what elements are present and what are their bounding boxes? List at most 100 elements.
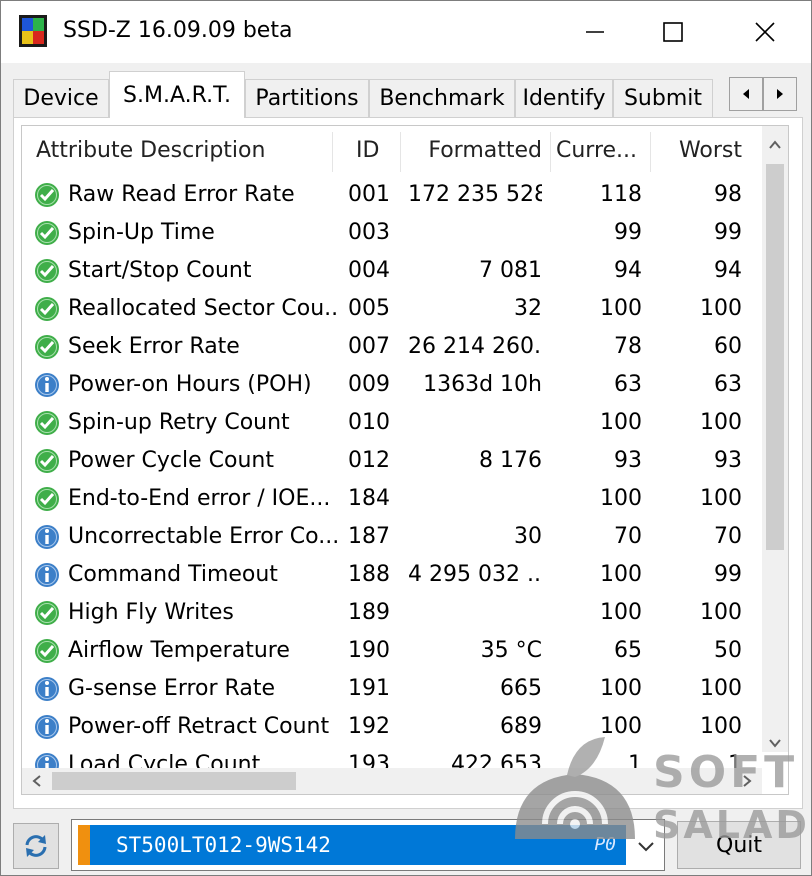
attribute-formatted: 665	[500, 676, 542, 701]
table-row[interactable]: Reallocated Sector Cou... 005 32 100 100	[22, 290, 762, 328]
attribute-worst: 94	[714, 258, 742, 283]
table-row[interactable]: Airflow Temperature 190 35 °C 65 50	[22, 632, 762, 670]
table-row[interactable]: Power-off Retract Count 192 689 100 100	[22, 708, 762, 746]
attribute-formatted: 7 081	[479, 258, 542, 283]
tab-strip: Device S.M.A.R.T. Partitions Benchmark I…	[13, 71, 803, 118]
attribute-description: Power-on Hours (POH)	[68, 372, 312, 397]
attribute-formatted: 35 °C	[480, 638, 542, 663]
smart-attribute-list[interactable]: Attribute Description ID Formatted Curre…	[21, 125, 789, 795]
column-header-worst[interactable]: Worst	[652, 126, 742, 176]
attribute-id: 189	[348, 600, 390, 625]
attribute-current: 93	[614, 448, 642, 473]
attribute-id: 007	[348, 334, 390, 359]
attribute-worst: 50	[714, 638, 742, 663]
table-row[interactable]: Raw Read Error Rate 001 172 235 528 118 98	[22, 176, 762, 214]
attribute-id: 009	[348, 372, 390, 397]
attribute-description: End-to-End error / IOE...	[68, 486, 331, 511]
tab-identify[interactable]: Identify	[515, 79, 613, 117]
maximize-button[interactable]	[639, 9, 707, 55]
column-header-id[interactable]: ID	[356, 126, 406, 176]
scroll-left-button[interactable]	[24, 768, 50, 794]
check-circle-icon	[35, 297, 59, 321]
attribute-formatted: 4 295 032 ...	[408, 562, 542, 587]
attribute-worst: 70	[714, 524, 742, 549]
attribute-id: 003	[348, 220, 390, 245]
table-row[interactable]: Power Cycle Count 012 8 176 93 93	[22, 442, 762, 480]
column-divider[interactable]	[650, 132, 651, 172]
tab-benchmark[interactable]: Benchmark	[369, 79, 515, 117]
drive-selector[interactable]: ST500LT012-9WS142 P0	[71, 819, 665, 871]
scroll-down-button[interactable]	[762, 730, 788, 756]
attribute-current: 100	[600, 410, 642, 435]
table-row[interactable]: High Fly Writes 189 100 100	[22, 594, 762, 632]
drive-color-marker	[78, 825, 90, 865]
chevron-down-icon[interactable]	[634, 834, 658, 858]
scroll-up-button[interactable]	[762, 132, 788, 158]
column-header-current[interactable]: Curre...	[556, 126, 652, 176]
tab-scroll-left-button[interactable]	[729, 77, 763, 111]
column-header-description[interactable]: Attribute Description	[36, 126, 336, 176]
attribute-current: 94	[614, 258, 642, 283]
table-row[interactable]: Start/Stop Count 004 7 081 94 94	[22, 252, 762, 290]
attribute-id: 001	[348, 182, 390, 207]
table-row[interactable]: End-to-End error / IOE... 184 100 100	[22, 480, 762, 518]
chevron-up-icon	[769, 140, 781, 149]
window-title: SSD-Z 16.09.09 beta	[63, 18, 293, 43]
attribute-description: Power-off Retract Count	[68, 714, 330, 739]
attribute-description: Power Cycle Count	[68, 448, 274, 473]
table-row[interactable]: Command Timeout 188 4 295 032 ... 100 99	[22, 556, 762, 594]
attribute-id: 010	[348, 410, 390, 435]
tab-scroll-right-button[interactable]	[763, 77, 797, 111]
refresh-button[interactable]	[13, 823, 59, 869]
column-header-formatted[interactable]: Formatted	[408, 126, 542, 176]
minimize-button[interactable]	[561, 9, 629, 55]
attribute-formatted: 26 214 260...	[408, 334, 542, 359]
info-circle-icon	[35, 373, 59, 397]
attribute-formatted	[408, 480, 542, 518]
scroll-right-button[interactable]	[734, 768, 760, 794]
column-divider[interactable]	[550, 132, 551, 172]
check-circle-icon	[35, 411, 59, 435]
attribute-description: Spin-Up Time	[68, 220, 215, 245]
attribute-formatted	[408, 214, 542, 252]
attribute-description: Start/Stop Count	[68, 258, 252, 283]
attribute-worst: 100	[700, 676, 742, 701]
quit-button[interactable]: Quit	[677, 821, 801, 869]
tab-partitions[interactable]: Partitions	[245, 79, 369, 117]
attribute-current: 100	[600, 600, 642, 625]
attribute-id: 191	[348, 676, 390, 701]
table-row[interactable]: Seek Error Rate 007 26 214 260... 78 60	[22, 328, 762, 366]
tab-submit[interactable]: Submit	[613, 79, 713, 117]
attribute-id: 190	[348, 638, 390, 663]
column-divider[interactable]	[400, 132, 401, 172]
attribute-current: 100	[600, 296, 642, 321]
attribute-formatted	[408, 404, 542, 442]
horizontal-scrollbar[interactable]	[22, 768, 762, 794]
maximize-icon	[663, 22, 683, 42]
info-circle-icon	[35, 715, 59, 739]
check-circle-icon	[35, 601, 59, 625]
vertical-scroll-thumb[interactable]	[766, 164, 784, 550]
close-button[interactable]	[731, 9, 799, 55]
attribute-description: Spin-up Retry Count	[68, 410, 290, 435]
attribute-id: 192	[348, 714, 390, 739]
tab-device[interactable]: Device	[13, 79, 109, 117]
drive-selection: ST500LT012-9WS142 P0	[90, 825, 626, 865]
table-row[interactable]: Spin-Up Time 003 99 99	[22, 214, 762, 252]
attribute-id: 005	[348, 296, 390, 321]
table-row[interactable]: Uncorrectable Error Co... 187 30 70 70	[22, 518, 762, 556]
attribute-current: 100	[600, 676, 642, 701]
check-circle-icon	[35, 183, 59, 207]
tab-smart[interactable]: S.M.A.R.T.	[109, 71, 245, 118]
info-circle-icon	[35, 563, 59, 587]
vertical-scrollbar[interactable]	[762, 126, 788, 752]
horizontal-scroll-thumb[interactable]	[52, 772, 296, 790]
attribute-formatted: 1363d 10h	[423, 372, 542, 397]
title-bar[interactable]: SSD-Z 16.09.09 beta	[1, 1, 811, 63]
attribute-formatted: 172 235 528	[408, 182, 542, 207]
table-row[interactable]: Spin-up Retry Count 010 100 100	[22, 404, 762, 442]
column-divider[interactable]	[332, 132, 333, 172]
attribute-worst: 60	[714, 334, 742, 359]
table-row[interactable]: Power-on Hours (POH) 009 1363d 10h 63 63	[22, 366, 762, 404]
table-row[interactable]: G-sense Error Rate 191 665 100 100	[22, 670, 762, 708]
